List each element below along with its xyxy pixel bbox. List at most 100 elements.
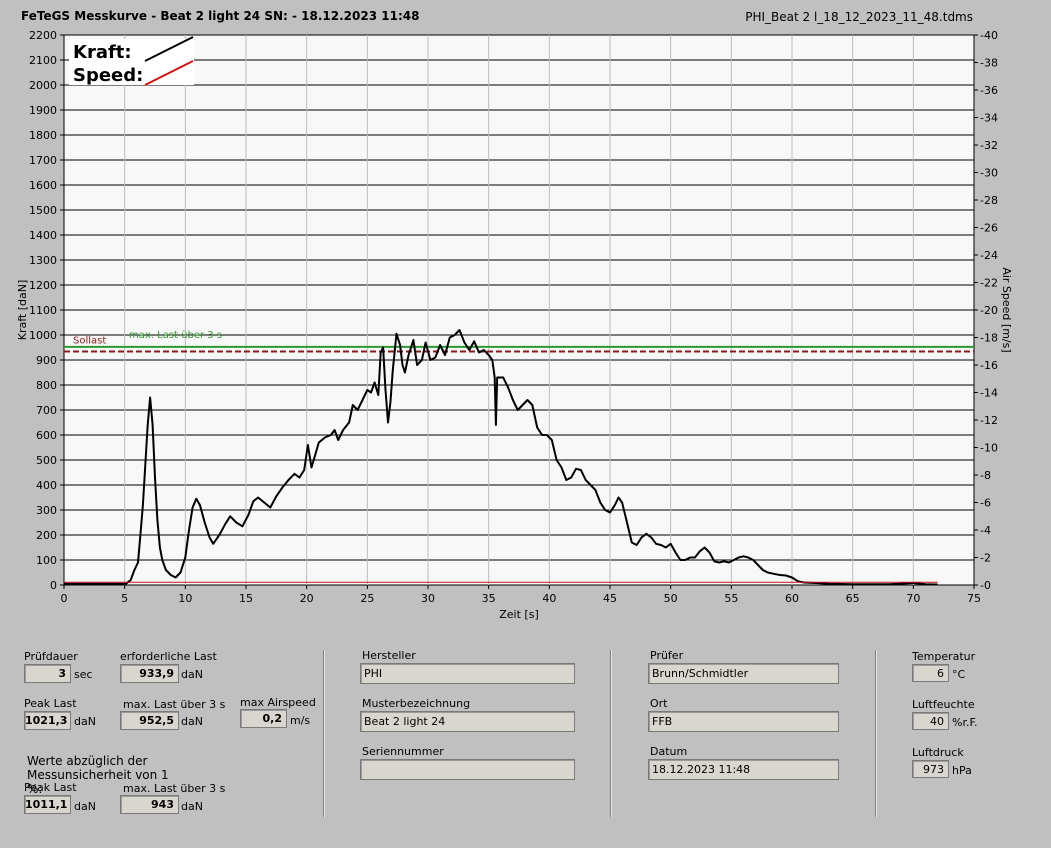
x-tick-label: 50 [664, 592, 678, 605]
ort-label: Ort [650, 697, 668, 710]
erforderliche-last-value: 933,9 [120, 664, 179, 683]
y-tick-label: 900 [36, 354, 57, 367]
y2-tick-label: -10 [980, 442, 998, 455]
x-tick-label: 35 [482, 592, 496, 605]
x-tick-label: 20 [300, 592, 314, 605]
y-tick-label: 200 [36, 529, 57, 542]
y-tick-label: 2000 [29, 79, 57, 92]
y2-tick-label: -34 [980, 112, 998, 125]
luftfeuchte-label: Luftfeuchte [912, 698, 975, 711]
y-tick-label: 2100 [29, 54, 57, 67]
max-last2-unit: daN [181, 800, 203, 813]
y-tick-label: 1700 [29, 154, 57, 167]
musterbezeichnung-label: Musterbezeichnung [362, 697, 471, 710]
y-tick-label: 1600 [29, 179, 57, 192]
y-tick-label: 1500 [29, 204, 57, 217]
y-axis-label: Kraft [daN] [16, 280, 29, 341]
y-tick-label: 400 [36, 479, 57, 492]
seriennummer-label: Seriennummer [362, 745, 444, 758]
peak-last2-value: 1011,1 [24, 795, 71, 814]
luftfeuchte-unit: %r.F. [952, 716, 978, 729]
x-tick-label: 15 [239, 592, 253, 605]
datum-field: 18.12.2023 11:48 [648, 759, 839, 780]
max-airspeed-label: max Airspeed [240, 696, 316, 709]
x-tick-label: 10 [178, 592, 192, 605]
pruefer-field: Brunn/Schmidtler [648, 663, 839, 684]
x-tick-label: 45 [603, 592, 617, 605]
y2-tick-label: -36 [980, 84, 998, 97]
hersteller-label: Hersteller [362, 649, 416, 662]
erforderliche-last-unit: daN [181, 668, 203, 681]
x-tick-label: 5 [121, 592, 128, 605]
luftfeuchte-value: 40 [912, 712, 949, 730]
x-tick-label: 60 [785, 592, 799, 605]
temperatur-label: Temperatur [912, 650, 976, 663]
legend-label-speed: Speed: [73, 65, 143, 86]
y-tick-label: 300 [36, 504, 57, 517]
separator [875, 650, 877, 817]
musterbezeichnung-field: Beat 2 light 24 [360, 711, 575, 732]
separator [610, 650, 612, 817]
hersteller-field: PHI [360, 663, 575, 684]
peak-last-label: Peak Last [24, 697, 77, 710]
y2-tick-label: -38 [980, 57, 998, 70]
y2-tick-label: -24 [980, 249, 998, 262]
y2-tick-label: -8 [980, 469, 991, 482]
x-tick-label: 25 [360, 592, 374, 605]
y2-tick-label: -30 [980, 167, 998, 180]
max-last2-value: 943 [120, 795, 179, 814]
y2-tick-label: -32 [980, 139, 998, 152]
max-airspeed-value: 0,2 [240, 709, 287, 728]
y-tick-label: 100 [36, 554, 57, 567]
y2-tick-label: -26 [980, 222, 998, 235]
y-tick-label: 1000 [29, 329, 57, 342]
y-tick-label: 700 [36, 404, 57, 417]
pruefdauer-label: Prüfdauer [24, 650, 78, 663]
max-last-label: max. Last über 3 s [123, 698, 226, 711]
pruefer-label: Prüfer [650, 649, 684, 662]
pruefdauer-value: 3 [24, 664, 71, 683]
peak-last-unit: daN [74, 715, 96, 728]
y2-tick-label: -6 [980, 497, 991, 510]
x-tick-label: 55 [724, 592, 738, 605]
y-tick-label: 1900 [29, 104, 57, 117]
temperatur-value: 6 [912, 664, 949, 682]
max-last-value: 952,5 [120, 711, 179, 730]
y2-tick-label: -20 [980, 304, 998, 317]
y2-tick-label: -28 [980, 194, 998, 207]
y-tick-label: 2200 [29, 29, 57, 42]
x-tick-label: 40 [542, 592, 556, 605]
erforderliche-last-label: erforderliche Last [120, 650, 217, 663]
y2-axis-label: Air Speed [m/s] [1000, 267, 1013, 352]
y-tick-label: 1200 [29, 279, 57, 292]
y-tick-label: 1300 [29, 254, 57, 267]
x-tick-label: 70 [906, 592, 920, 605]
max-airspeed-unit: m/s [290, 714, 311, 727]
y2-tick-label: -16 [980, 359, 998, 372]
datum-label: Datum [650, 745, 688, 758]
force-chart: 0100200300400500600700800900100011001200… [16, 29, 1013, 621]
luftdruck-label: Luftdruck [912, 746, 964, 759]
x-tick-label: 30 [421, 592, 435, 605]
y-tick-label: 0 [50, 579, 57, 592]
peak-last-value: 1021,3 [24, 711, 71, 730]
y-tick-label: 1100 [29, 304, 57, 317]
reference-label-sollast: Sollast [73, 336, 106, 347]
y2-tick-label: -22 [980, 277, 998, 290]
y2-tick-label: -2 [980, 552, 991, 565]
x-axis-label: Zeit [s] [499, 608, 538, 621]
y-tick-label: 600 [36, 429, 57, 442]
y2-tick-label: -14 [980, 387, 998, 400]
y-tick-label: 1400 [29, 229, 57, 242]
ort-field: FFB [648, 711, 839, 732]
x-tick-label: 65 [846, 592, 860, 605]
pruefdauer-unit: sec [74, 668, 93, 681]
y-tick-label: 1800 [29, 129, 57, 142]
max-last2-label: max. Last über 3 s [123, 782, 226, 795]
luftdruck-unit: hPa [952, 764, 972, 777]
y2-tick-label: -18 [980, 332, 998, 345]
peak-last2-unit: daN [74, 800, 96, 813]
temperatur-unit: °C [952, 668, 966, 681]
y2-tick-label: -0 [980, 579, 991, 592]
y2-tick-label: -4 [980, 524, 991, 537]
